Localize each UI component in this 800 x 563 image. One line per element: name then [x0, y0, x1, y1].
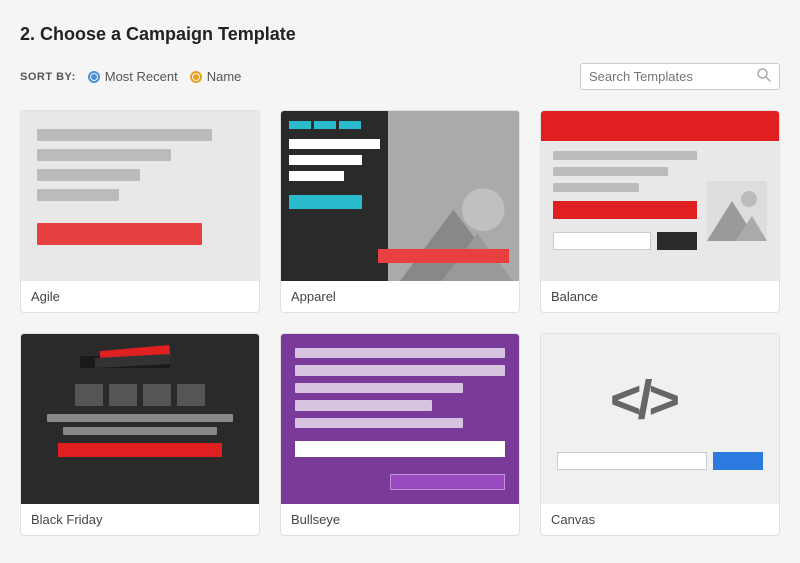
canvas-code-icon: </> [600, 368, 720, 438]
search-input[interactable] [589, 69, 757, 84]
template-name-balance: Balance [541, 281, 779, 312]
apparel-teal-2 [314, 121, 336, 129]
sort-name-label: Name [207, 69, 242, 84]
bullseye-preview [281, 334, 519, 504]
search-wrapper[interactable] [580, 63, 780, 90]
balance-bar-1 [553, 151, 697, 160]
search-icon [757, 68, 771, 85]
balance-bar-2 [553, 167, 668, 176]
canvas-preview: </> [541, 334, 779, 504]
template-card-apparel[interactable]: Apparel [280, 110, 520, 313]
bull-cta [390, 474, 506, 490]
apparel-white-3 [289, 171, 344, 181]
sort-bar: SORT BY: Most Recent Name [20, 63, 780, 90]
blackfriday-preview [21, 334, 259, 504]
apparel-cta [289, 195, 362, 209]
bull-bar-2 [295, 365, 505, 375]
balance-header [541, 111, 779, 141]
apparel-preview [281, 111, 519, 281]
agile-bar-4 [37, 189, 119, 201]
template-card-balance[interactable]: Balance [540, 110, 780, 313]
agile-cta [37, 223, 202, 245]
apparel-white-2 [289, 155, 362, 165]
balance-bar-3 [553, 183, 639, 192]
sort-by-label: SORT BY: [20, 71, 76, 83]
template-name-bullseye: Bullseye [281, 504, 519, 535]
bf-bars [37, 414, 243, 435]
agile-bar-1 [37, 129, 212, 141]
template-name-canvas: Canvas [541, 504, 779, 535]
bf-block-4 [177, 384, 205, 406]
template-card-blackfriday[interactable]: Black Friday [20, 333, 260, 536]
apparel-red-bar [378, 249, 509, 263]
bull-input [295, 441, 505, 457]
sort-name[interactable]: Name [190, 69, 242, 84]
template-name-apparel: Apparel [281, 281, 519, 312]
balance-input [553, 232, 651, 250]
apparel-teal-1 [289, 121, 311, 129]
apparel-teal-row [289, 121, 380, 129]
balance-body [541, 141, 779, 281]
agile-preview [21, 111, 259, 281]
template-name-agile: Agile [21, 281, 259, 312]
bf-bar-2 [63, 427, 218, 435]
canvas-url-input [557, 452, 707, 470]
balance-left [553, 151, 697, 271]
bull-bar-1 [295, 348, 505, 358]
sort-most-recent[interactable]: Most Recent [88, 69, 178, 84]
template-card-agile[interactable]: Agile [20, 110, 260, 313]
bf-bar-1 [47, 414, 232, 422]
bf-block-2 [109, 384, 137, 406]
bf-block-3 [143, 384, 171, 406]
sort-recent-label: Most Recent [105, 69, 178, 84]
agile-bar-3 [37, 169, 140, 181]
balance-input-row [553, 232, 697, 250]
svg-text:</>: </> [610, 370, 679, 428]
bull-bar-4 [295, 400, 432, 410]
canvas-btn [713, 452, 763, 470]
bf-block-1 [75, 384, 103, 406]
sort-name-radio[interactable] [190, 71, 202, 83]
agile-bar-2 [37, 149, 171, 161]
template-name-blackfriday: Black Friday [21, 504, 259, 535]
template-card-canvas[interactable]: </> Canvas [540, 333, 780, 536]
apparel-teal-3 [339, 121, 361, 129]
bull-bar-3 [295, 383, 463, 393]
bf-blocks [75, 384, 205, 406]
template-card-bullseye[interactable]: Bullseye [280, 333, 520, 536]
apparel-white-1 [289, 139, 380, 149]
bf-cta [58, 443, 223, 457]
page-title: 2. Choose a Campaign Template [20, 24, 780, 45]
balance-btn [657, 232, 697, 250]
canvas-input-row [557, 452, 763, 470]
sort-recent-radio[interactable] [88, 71, 100, 83]
apparel-left [281, 111, 388, 281]
templates-grid: Agile [20, 110, 780, 536]
bull-bar-5 [295, 418, 463, 428]
balance-right [707, 151, 767, 271]
balance-red-band [553, 201, 697, 219]
balance-preview [541, 111, 779, 281]
